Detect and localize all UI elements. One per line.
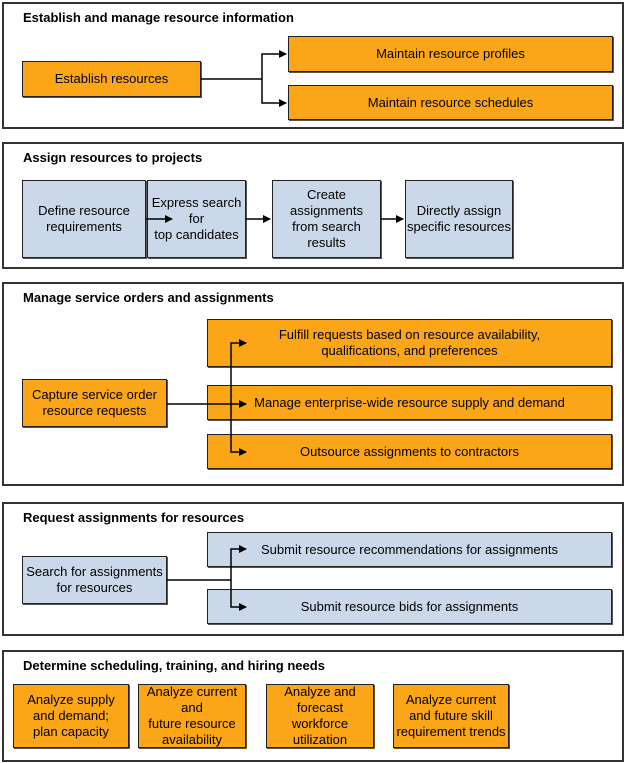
box-define-requirements[interactable]: Define resource requirements xyxy=(22,180,146,258)
box-analyze-availability[interactable]: Analyze current and future resource avai… xyxy=(138,684,246,748)
box-search-assignments[interactable]: Search for assignments for resources xyxy=(22,556,167,604)
box-express-search[interactable]: Express search for top candidates xyxy=(147,180,246,258)
section-title: Determine scheduling, training, and hiri… xyxy=(23,658,325,673)
box-manage-supply-demand[interactable]: Manage enterprise-wide resource supply a… xyxy=(207,385,612,420)
box-submit-bids[interactable]: Submit resource bids for assignments xyxy=(207,589,612,624)
section-title: Assign resources to projects xyxy=(23,150,203,165)
box-submit-recommendations[interactable]: Submit resource recommendations for assi… xyxy=(207,532,612,567)
section-title: Request assignments for resources xyxy=(23,510,245,525)
box-capture-requests[interactable]: Capture service order resource requests xyxy=(22,379,167,427)
box-fulfill-requests[interactable]: Fulfill requests based on resource avail… xyxy=(207,319,612,367)
box-maintain-schedules[interactable]: Maintain resource schedules xyxy=(288,85,613,120)
box-outsource-assignments[interactable]: Outsource assignments to contractors xyxy=(207,434,612,469)
box-maintain-profiles[interactable]: Maintain resource profiles xyxy=(288,36,613,72)
box-directly-assign[interactable]: Directly assign specific resources xyxy=(405,180,513,258)
box-analyze-supply-demand[interactable]: Analyze supply and demand; plan capacity xyxy=(13,684,129,748)
box-create-assignments[interactable]: Create assignments from search results xyxy=(272,180,381,258)
box-analyze-skill-trends[interactable]: Analyze current and future skill require… xyxy=(393,684,509,748)
section-title: Establish and manage resource informatio… xyxy=(23,10,294,25)
box-analyze-utilization[interactable]: Analyze and forecast workforce utilizati… xyxy=(266,684,374,748)
section-title: Manage service orders and assignments xyxy=(23,290,274,305)
box-establish-resources[interactable]: Establish resources xyxy=(22,61,201,97)
